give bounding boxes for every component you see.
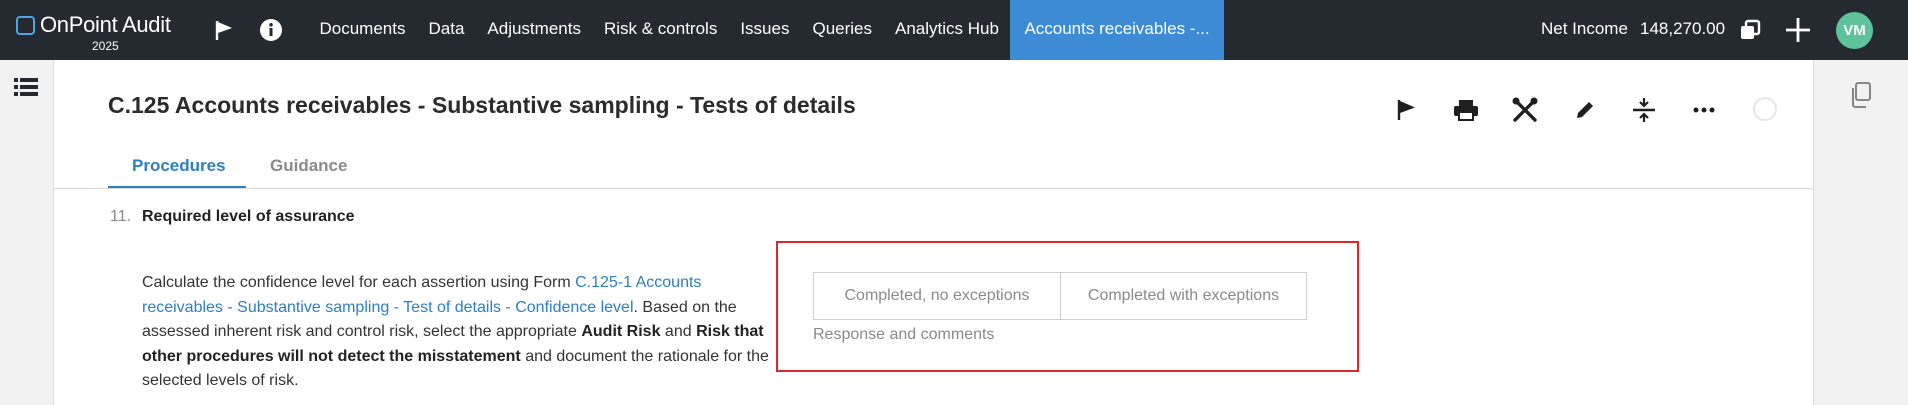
response-comments-field[interactable]: Response and comments — [813, 326, 994, 344]
copy-icon[interactable] — [1850, 82, 1872, 113]
nav-queries[interactable]: Queries — [801, 0, 884, 60]
nav-accounts-receivables-tab[interactable]: Accounts receivables -... — [1010, 0, 1224, 60]
audit-risk-term: Audit Risk — [581, 323, 661, 340]
tab-guidance[interactable]: Guidance — [270, 156, 347, 176]
top-navigation-bar: OnPoint Audit 2025 Documents Data Adjust… — [0, 0, 1908, 60]
completion-status-indicator[interactable] — [1753, 97, 1777, 121]
tools-icon[interactable] — [1509, 94, 1541, 126]
collapse-icon[interactable] — [1628, 94, 1660, 126]
nav-data[interactable]: Data — [417, 0, 476, 60]
list-view-icon[interactable] — [14, 77, 38, 102]
add-icon[interactable] — [1783, 15, 1813, 45]
procedure-number: 11. — [110, 208, 132, 225]
page-title: C.125 Accounts receivables - Substantive… — [108, 92, 856, 118]
info-icon[interactable] — [256, 15, 286, 45]
nav-analytics-hub[interactable]: Analytics Hub — [884, 0, 1011, 60]
nav-documents[interactable]: Documents — [308, 0, 417, 60]
procedure-title: Required level of assurance — [142, 208, 355, 225]
right-sidebar — [1813, 60, 1908, 405]
logo-mark-icon — [16, 16, 35, 35]
edit-icon[interactable] — [1569, 94, 1601, 126]
more-options-icon[interactable] — [1688, 94, 1720, 126]
net-income-label: Net Income — [1541, 19, 1628, 38]
completion-status-selector: Completed, no exceptions Completed with … — [813, 272, 1307, 320]
completed-no-exceptions-button[interactable]: Completed, no exceptions — [814, 273, 1060, 319]
nav-adjustments[interactable]: Adjustments — [476, 0, 593, 60]
user-avatar[interactable]: VM — [1836, 12, 1873, 49]
description-text: and — [660, 323, 697, 340]
app-logo[interactable]: OnPoint Audit 2025 — [14, 10, 184, 54]
procedure-description: Calculate the confidence level for each … — [142, 271, 782, 394]
procedure-panel: C.125 Accounts receivables - Substantive… — [54, 60, 1813, 405]
completed-with-exceptions-button[interactable]: Completed with exceptions — [1060, 273, 1306, 319]
left-sidebar — [0, 60, 54, 405]
app-name: OnPoint Audit — [40, 12, 171, 37]
tabs-divider — [54, 188, 1813, 189]
engagement-year: 2025 — [92, 39, 119, 53]
nav-issues[interactable]: Issues — [729, 0, 801, 60]
flag-icon[interactable] — [1390, 94, 1422, 126]
flag-icon[interactable] — [209, 15, 239, 45]
copy-windows-icon[interactable] — [1735, 15, 1765, 45]
print-icon[interactable] — [1450, 94, 1482, 126]
description-text: Calculate the confidence level for each … — [142, 274, 576, 291]
net-income-value: 148,270.00 — [1640, 19, 1726, 38]
nav-risk-controls[interactable]: Risk & controls — [592, 0, 728, 60]
tab-procedures[interactable]: Procedures — [132, 156, 226, 176]
main-navigation: Documents Data Adjustments Risk & contro… — [308, 0, 1224, 60]
